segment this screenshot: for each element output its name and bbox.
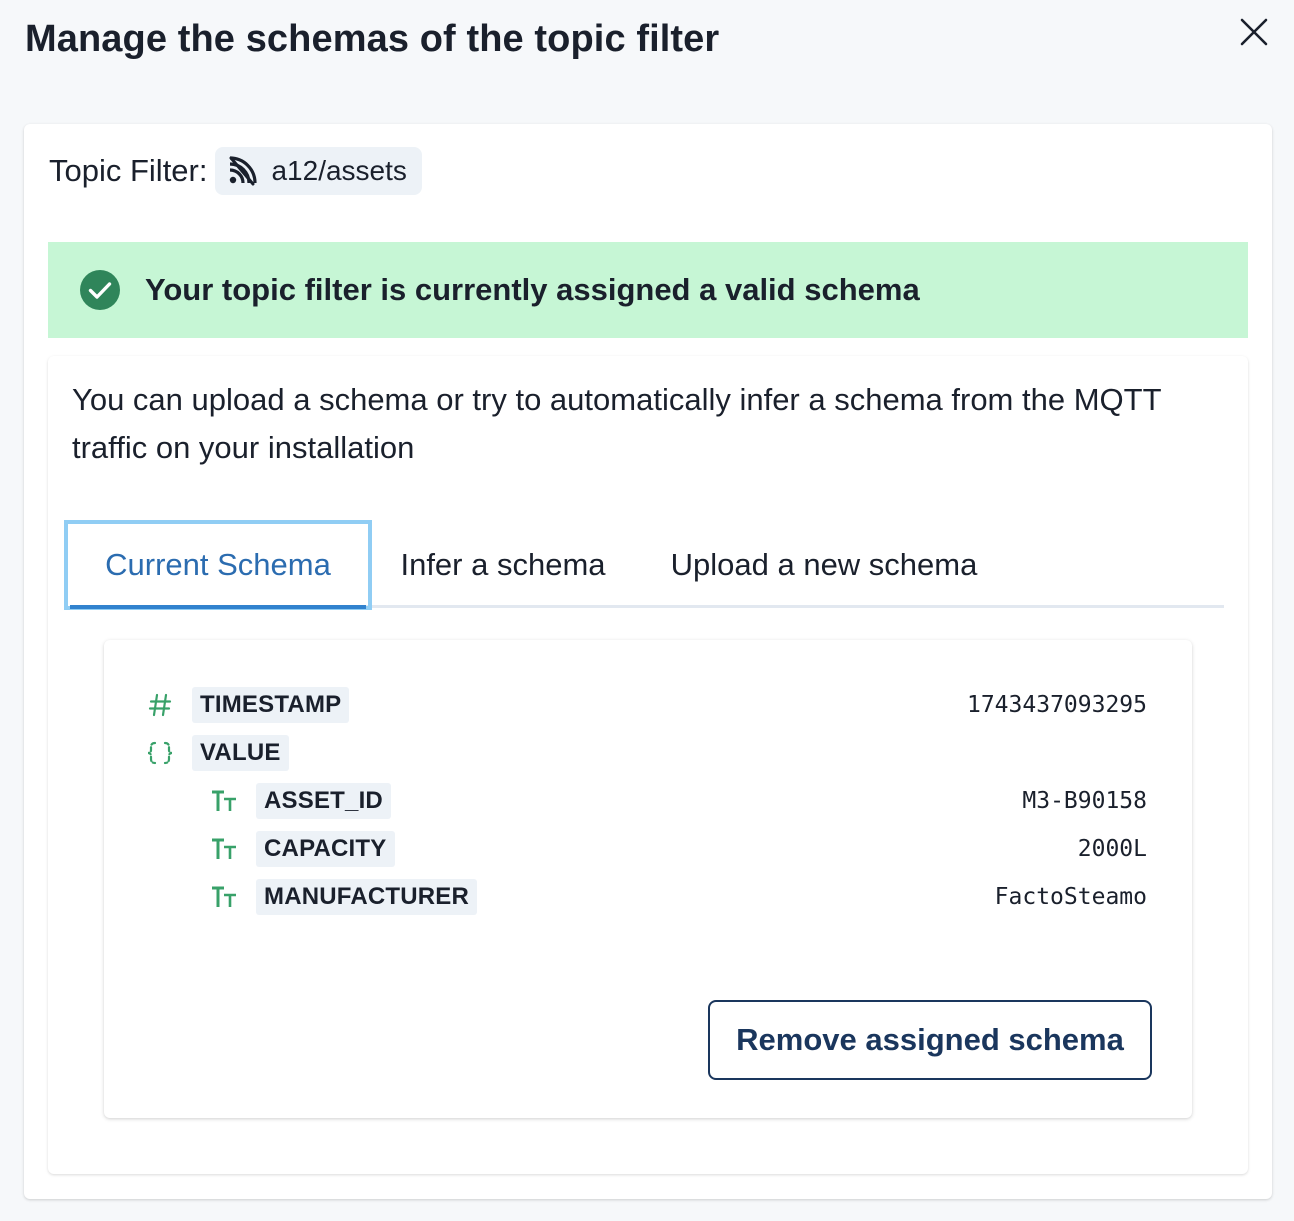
topic-filter-tag: a12/assets <box>215 147 422 195</box>
topic-filter-row: Topic Filter: a12/assets <box>49 146 422 196</box>
field-name-asset-id: ASSET_ID <box>256 783 391 819</box>
field-value-capacity: 2000L <box>1077 836 1147 862</box>
field-value-asset-id: M3-B90158 <box>1022 788 1147 814</box>
topic-filter-label: Topic Filter: <box>49 153 208 188</box>
schema-description: You can upload a schema or try to automa… <box>72 382 1161 465</box>
string-text-icon <box>209 882 239 912</box>
alert-message: Your topic filter is currently assigned … <box>145 272 920 307</box>
schema-manager-card: Topic Filter: a12/assets Your topic filt… <box>24 124 1272 1199</box>
modal-title: Manage the schemas of the topic filter <box>25 18 720 60</box>
tab-infer-schema[interactable]: Infer a schema <box>370 522 636 608</box>
schema-content-card: You can upload a schema or try to automa… <box>48 356 1248 1174</box>
schema-tabs: Current Schema Infer a schema Upload a n… <box>64 520 1224 610</box>
field-name-timestamp: TIMESTAMP <box>192 687 350 723</box>
string-text-icon <box>209 834 239 864</box>
close-button[interactable] <box>1236 14 1272 50</box>
schema-field-row: TIMESTAMP 1743437093295 <box>104 686 1192 724</box>
schema-field-row: ASSET_ID M3-B90158 <box>104 782 1192 820</box>
tab-upload-schema[interactable]: Upload a new schema <box>636 522 1012 608</box>
field-name-value: VALUE <box>192 735 289 771</box>
rss-feed-icon <box>227 156 258 186</box>
number-hash-icon <box>145 690 175 720</box>
object-braces-icon <box>145 738 175 768</box>
field-value-timestamp: 1743437093295 <box>966 692 1147 718</box>
remove-assigned-schema-button[interactable]: Remove assigned schema <box>708 1000 1152 1080</box>
current-schema-panel: TIMESTAMP 1743437093295 VALUE ASSET_ID M… <box>104 640 1192 1118</box>
field-name-capacity: CAPACITY <box>256 831 395 867</box>
string-text-icon <box>209 786 239 816</box>
schema-field-row: CAPACITY 2000L <box>104 830 1192 868</box>
tab-current-schema[interactable]: Current Schema <box>64 520 372 610</box>
schema-field-row: MANUFACTURER FactoSteamo <box>104 878 1192 916</box>
schema-field-row: VALUE <box>104 734 1192 772</box>
schema-status-alert: Your topic filter is currently assigned … <box>48 242 1248 338</box>
field-value-manufacturer: FactoSteamo <box>994 884 1147 910</box>
topic-filter-value: a12/assets <box>271 155 407 186</box>
field-name-manufacturer: MANUFACTURER <box>256 879 478 915</box>
check-circle-icon <box>79 269 121 311</box>
close-icon <box>1240 18 1268 46</box>
